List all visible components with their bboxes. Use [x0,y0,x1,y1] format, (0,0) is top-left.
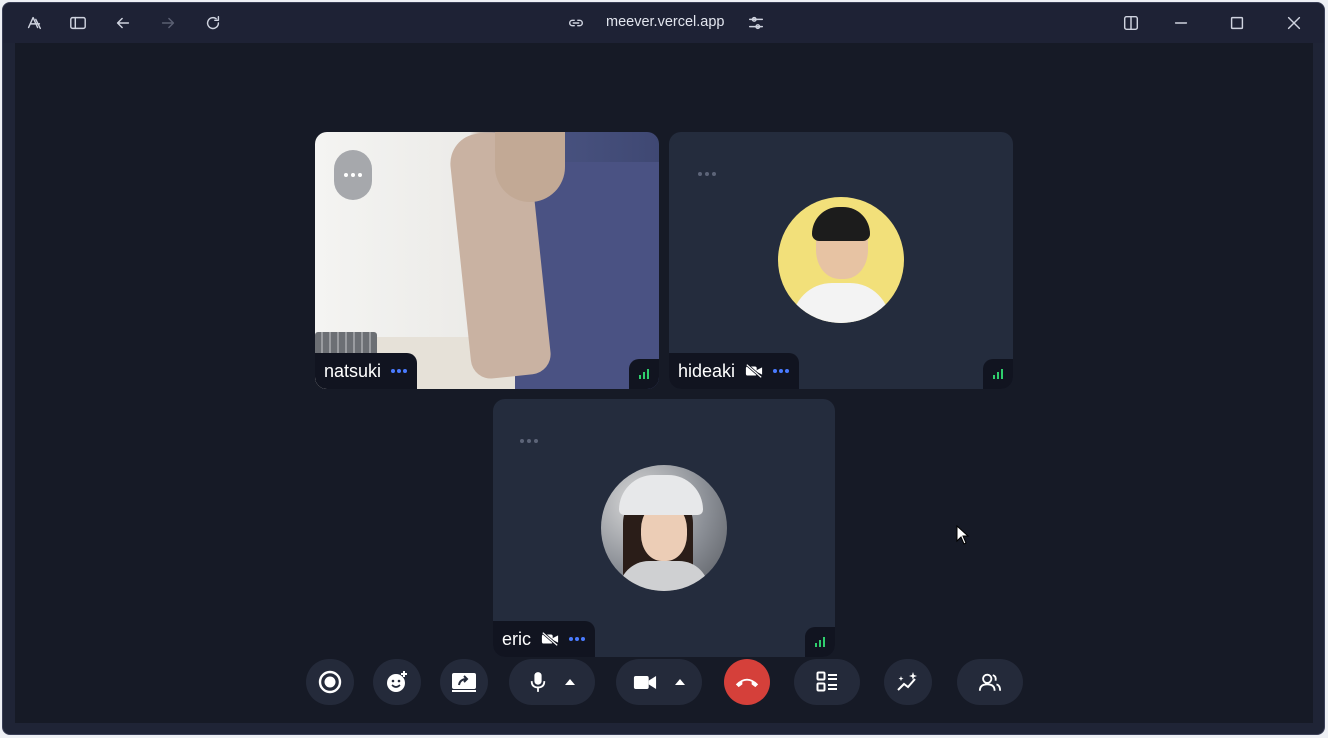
camera-off-icon [541,631,559,647]
signal-strength-icon [805,627,835,657]
camera-icon [633,675,657,689]
record-icon [318,670,342,694]
participant-name: natsuki [324,360,382,381]
avatar [778,197,904,323]
reload-icon[interactable] [201,11,225,35]
camera-off-icon [745,363,763,379]
signal-strength-icon [629,359,659,389]
participants-icon [978,673,1002,691]
meeting-controls [3,659,1324,707]
record-button[interactable] [306,659,354,705]
link-icon [564,11,588,35]
microphone-button[interactable] [509,659,595,705]
back-icon[interactable] [111,11,135,35]
hang-up-button[interactable] [724,659,770,705]
participant-tile[interactable]: natsuki [315,132,659,389]
avatar [601,465,727,591]
minimize-icon[interactable] [1169,11,1193,35]
layout-button[interactable] [794,659,860,705]
video-feed-detail [495,132,565,202]
effects-icon [897,672,917,691]
participant-menu-icon[interactable] [391,369,408,373]
address-bar-url[interactable]: meever.vercel.app [606,14,724,30]
participant-nametag: hideaki [669,353,800,389]
tile-more-options-icon[interactable] [517,429,541,453]
sidebar-toggle-icon[interactable] [66,11,90,35]
participant-name: eric [502,628,532,649]
microphone-icon [530,672,546,692]
browser-window: meever.vercel.app natsuki hideaki eric [2,2,1325,735]
participant-menu-icon[interactable] [569,637,586,641]
site-settings-icon[interactable] [744,11,768,35]
title-bar: meever.vercel.app [3,3,1324,43]
participants-button[interactable] [957,659,1023,705]
share-screen-button[interactable] [440,659,488,705]
effects-button[interactable] [884,659,932,705]
signal-strength-icon [983,359,1013,389]
participant-tile[interactable]: hideaki [669,132,1013,389]
camera-button[interactable] [616,659,702,705]
participant-tile[interactable]: eric [493,399,835,657]
app-logo-icon[interactable] [22,11,46,35]
share-screen-icon [452,673,476,692]
split-view-icon[interactable] [1119,11,1143,35]
participant-menu-icon[interactable] [773,369,790,373]
meeting-area: natsuki hideaki eric [15,43,1313,723]
close-icon[interactable] [1282,11,1306,35]
tile-more-options-icon[interactable] [695,162,719,186]
participant-nametag: natsuki [315,353,418,389]
forward-icon[interactable] [156,11,180,35]
chevron-up-icon [675,679,685,685]
layout-icon [816,671,837,692]
mouse-cursor-icon [956,525,970,545]
participant-nametag: eric [493,621,596,657]
participant-name: hideaki [678,360,736,381]
reactions-icon [387,671,407,692]
maximize-icon[interactable] [1225,11,1249,35]
chevron-up-icon [565,679,575,685]
tile-more-options-icon[interactable] [334,150,372,200]
hang-up-icon [735,678,759,687]
reactions-button[interactable] [373,659,421,705]
